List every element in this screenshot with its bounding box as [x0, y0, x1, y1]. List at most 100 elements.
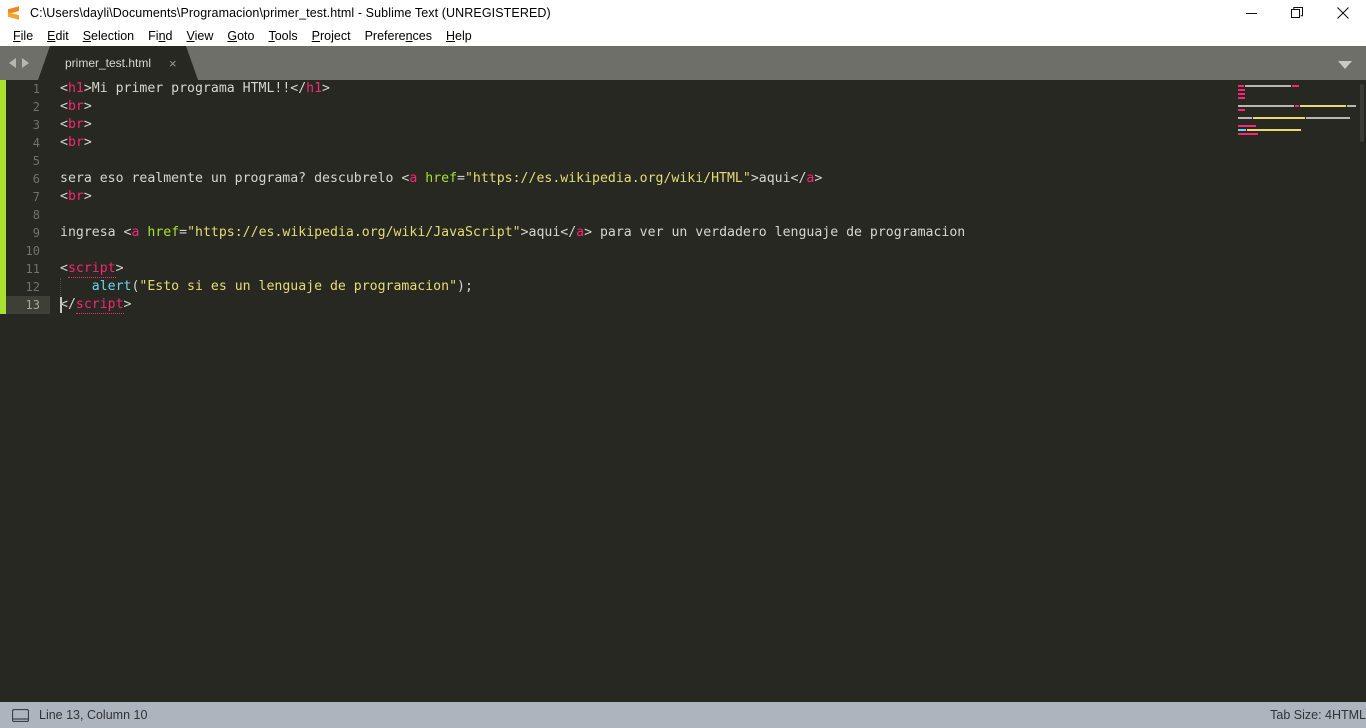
token-punc: < [60, 117, 68, 132]
tab-nav-arrows [0, 46, 29, 80]
token-punc: < [60, 135, 68, 150]
window-controls [1228, 0, 1366, 26]
token-string: "https://es.wikipedia.org/wiki/JavaScrip… [187, 225, 521, 240]
line-number: 6 [32, 172, 40, 186]
token-text: >aqui</ [750, 171, 807, 186]
minimap-row [1238, 128, 1356, 131]
menu-edit[interactable]: Edit [40, 26, 76, 46]
minimize-icon[interactable] [1228, 0, 1274, 26]
code-content[interactable]: <h1>Mi primer programa HTML!!</h1> <br> … [50, 80, 1366, 702]
minimap-scrollbar[interactable] [1360, 84, 1364, 142]
sublime-text-window: C:\Users\dayli\Documents\Programacion\pr… [0, 0, 1366, 728]
minimap-row [1238, 124, 1356, 127]
token-punc: < [60, 189, 68, 204]
minimap-row [1238, 104, 1356, 107]
code-line-7: <br> [50, 188, 1366, 206]
token-punc: = [457, 171, 465, 186]
minimap-row [1238, 88, 1356, 91]
chevron-left-icon[interactable] [9, 58, 16, 68]
menu-preferences[interactable]: Preferences [358, 26, 439, 46]
token-text: sera eso realmente un programa? descubre… [60, 171, 402, 186]
token-function: alert [91, 279, 132, 294]
menu-view[interactable]: View [179, 26, 220, 46]
minimap-row [1238, 108, 1356, 111]
token-text: ingresa [60, 225, 124, 240]
token-text: > para ver un verdadero lenguaje de prog… [584, 225, 966, 240]
token-punc: > [83, 99, 92, 114]
minimap-row [1238, 84, 1356, 87]
code-line-9: ingresa <a href="https://es.wikipedia.or… [50, 224, 1366, 242]
line-number: 10 [25, 244, 40, 258]
syntax-indicator[interactable]: HTML [1332, 708, 1366, 722]
token-tag: br [67, 189, 84, 204]
menu-help[interactable]: Help [439, 26, 479, 46]
menu-project[interactable]: Project [305, 26, 358, 46]
cursor-position: Line 13, Column 10 [39, 708, 148, 722]
token-punc: > [83, 189, 92, 204]
token-tag: script [75, 297, 124, 314]
close-icon[interactable] [1320, 0, 1366, 26]
code-line-2: <br> [50, 98, 1366, 116]
restore-icon[interactable] [1274, 0, 1320, 26]
token-punc: = [179, 225, 188, 240]
tab-primer-test-html[interactable]: primer_test.html × [38, 46, 198, 80]
line-number: 12 [25, 280, 40, 294]
token-punc: > [83, 117, 92, 132]
code-line-12: alert("Esto si es un lenguaje de program… [50, 278, 1366, 296]
sublime-text-logo-icon [6, 5, 22, 21]
line-number: 11 [25, 262, 40, 276]
token-tag: h1 [67, 81, 84, 96]
menu-tools[interactable]: Tools [261, 26, 304, 46]
token-punc: > [814, 171, 823, 186]
code-line-13: </script> [50, 296, 1366, 314]
menu-goto[interactable]: Goto [220, 26, 261, 46]
token-text: >Mi primer programa HTML!!</ [83, 81, 307, 96]
code-editor[interactable]: 1 2 3 4 5 6 7 8 9 10 11 12 13 <h1>Mi pri… [0, 80, 1366, 702]
code-line-1: <h1>Mi primer programa HTML!!</h1> [50, 80, 1366, 98]
token-text: >aqui</ [520, 225, 577, 240]
menu-bar: File Edit Selection Find View Goto Tools… [0, 26, 1366, 46]
chevron-right-icon[interactable] [22, 58, 29, 68]
token-punc: < [60, 99, 68, 114]
token-tag: h1 [306, 81, 323, 96]
token-tag: a [576, 225, 585, 240]
line-number: 2 [32, 100, 40, 114]
line-number: 5 [32, 154, 40, 168]
tab-size-indicator[interactable]: Tab Size: 4 [1270, 708, 1332, 722]
token-punc: < [60, 261, 68, 276]
tab-close-icon[interactable]: × [169, 57, 177, 70]
minimap-row [1238, 120, 1356, 123]
line-number: 8 [32, 208, 40, 222]
line-number: 1 [32, 82, 40, 96]
token-punc: > [83, 135, 92, 150]
minimap-row [1238, 132, 1356, 135]
token-attribute: href [147, 225, 180, 240]
line-number: 9 [32, 226, 40, 240]
token-punc: </ [60, 297, 76, 312]
line-number-gutter: 1 2 3 4 5 6 7 8 9 10 11 12 13 [6, 80, 50, 702]
title-bar: C:\Users\dayli\Documents\Programacion\pr… [0, 0, 1366, 26]
token-string: "Esto si es un lenguaje de programacion" [139, 279, 458, 294]
menu-selection[interactable]: Selection [76, 26, 141, 46]
minimap-row [1238, 100, 1356, 103]
tab-label: primer_test.html [65, 56, 152, 70]
code-minimap[interactable] [1238, 84, 1364, 144]
code-line-11: <script> [50, 260, 1366, 278]
menu-file[interactable]: File [6, 26, 40, 46]
indent-guide [60, 278, 62, 296]
line-number: 3 [32, 118, 40, 132]
chevron-down-icon[interactable] [1338, 61, 1352, 69]
panel-layout-icon[interactable] [11, 708, 30, 722]
token-punc: < [60, 81, 68, 96]
line-number: 4 [32, 136, 40, 150]
token-attribute: href [425, 171, 458, 186]
token-punc: > [322, 81, 330, 96]
line-number-active: 13 [6, 296, 50, 314]
tab-bar: primer_test.html × [0, 46, 1366, 80]
minimap-row [1238, 96, 1356, 99]
menu-find[interactable]: Find [141, 26, 179, 46]
